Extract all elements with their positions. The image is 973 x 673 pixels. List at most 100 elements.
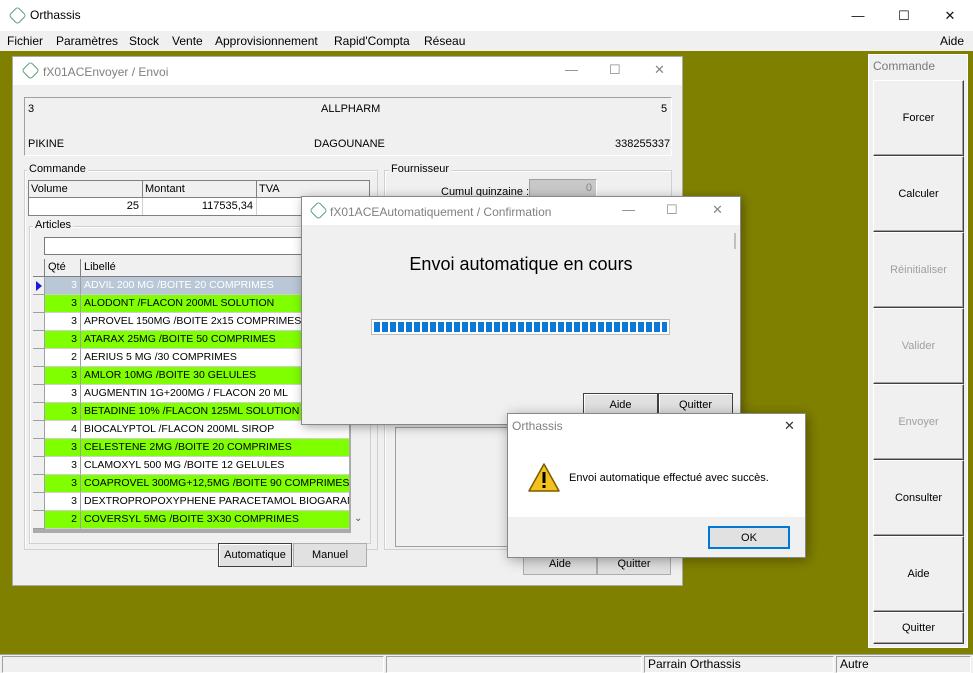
menu-rapid-compta[interactable]: Rapid'Compta — [334, 34, 410, 48]
montant-value: 117535,34 — [143, 198, 257, 215]
row-selector[interactable] — [33, 349, 45, 367]
montant-header: Montant — [143, 181, 257, 198]
cell-qte[interactable]: 2 — [45, 349, 81, 367]
menu-stock[interactable]: Stock — [129, 34, 159, 48]
cell-qte[interactable]: 3 — [45, 457, 81, 475]
menu-fichier[interactable]: Fichier — [7, 34, 43, 48]
status-cell-2 — [386, 656, 642, 673]
confirmation-window: fX01ACEAutomatiquement / Confirmation — … — [301, 196, 741, 425]
row-selector[interactable] — [33, 475, 45, 493]
forcer-button[interactable]: Forcer — [873, 80, 964, 156]
valider-button[interactable]: Valider — [873, 308, 964, 384]
minimize-button[interactable]: — — [622, 202, 635, 217]
cell-libelle[interactable]: CELESTENE 2MG /BOITE 20 COMPRIMES — [81, 439, 349, 457]
table-row[interactable]: 3 AMLOR 10MG /BOITE 30 GELULES — [33, 367, 349, 385]
manuel-button[interactable]: Manuel — [293, 543, 367, 567]
message-text: Envoi automatique effectué avec succès. — [569, 472, 769, 484]
row-selector[interactable] — [33, 403, 45, 421]
status-bar: Parrain Orthassis Autre — [0, 654, 973, 673]
calculer-button[interactable]: Calculer — [873, 156, 964, 232]
cell-libelle[interactable]: DEXTROPROPOXYPHENE PARACETAMOL BIOGARAN … — [81, 493, 349, 511]
commande-label: Commande — [27, 163, 88, 175]
app-titlebar: Orthassis — ☐ ✕ — [0, 0, 973, 31]
aide-button[interactable]: Aide — [873, 536, 964, 612]
row-selector[interactable] — [33, 331, 45, 349]
status-parrain: Parrain Orthassis — [644, 656, 834, 673]
minimize-button[interactable]: — — [565, 62, 578, 77]
close-button[interactable]: ✕ — [712, 202, 723, 218]
cell-qte[interactable]: 2 — [45, 511, 81, 529]
progress-bar — [371, 319, 670, 335]
menu-approvisionnement[interactable]: Approvisionnement — [215, 34, 318, 48]
consulter-button[interactable]: Consulter — [873, 460, 964, 536]
cell-libelle[interactable]: CLAMOXYL 500 MG /BOITE 12 GELULES — [81, 457, 349, 475]
maximize-button[interactable]: ☐ — [666, 202, 678, 218]
envoyer-button[interactable]: Envoyer — [873, 384, 964, 460]
ok-button[interactable]: OK — [708, 526, 790, 549]
cell-qte[interactable]: 3 — [45, 475, 81, 493]
table-row[interactable]: 3 ATARAX 25MG /BOITE 50 COMPRIMES — [33, 331, 349, 349]
table-row[interactable]: 3 COAPROVEL 300MG+12,5MG /BOITE 90 COMPRI… — [33, 475, 349, 493]
header-city: PIKINE — [28, 138, 65, 150]
table-row[interactable]: 3 CLAMOXYL 500 MG /BOITE 12 GELULES — [33, 457, 349, 475]
row-selector[interactable] — [33, 457, 45, 475]
fournisseur-label: Fournisseur — [389, 163, 452, 175]
scroll-down-icon[interactable]: ⌄ — [354, 513, 362, 524]
cell-qte[interactable]: 3 — [45, 367, 81, 385]
current-row-arrow-icon — [36, 281, 42, 291]
cell-qte[interactable]: 3 — [45, 493, 81, 511]
row-selector[interactable] — [33, 493, 45, 511]
cell-qte[interactable]: 3 — [45, 295, 81, 313]
progress-fill — [374, 322, 667, 332]
table-row[interactable]: 2 COVERSYL 5MG /BOITE 3X30 COMPRIMES — [33, 511, 349, 529]
cell-qte[interactable]: 3 — [45, 277, 81, 295]
col-qte-header[interactable]: Qté — [45, 259, 81, 277]
row-selector[interactable] — [33, 439, 45, 457]
automatique-button[interactable]: Automatique — [218, 543, 292, 567]
header-supplier-name: ALLPHARM — [321, 103, 381, 115]
table-row[interactable]: 3 DEXTROPROPOXYPHENE PARACETAMOL BIOGARAN… — [33, 493, 349, 511]
confirmation-titlebar: fX01ACEAutomatiquement / Confirmation — … — [302, 197, 740, 225]
cell-qte[interactable]: 3 — [45, 385, 81, 403]
menu-bar: Fichier Paramètres Stock Vente Approvisi… — [0, 31, 973, 51]
row-selector[interactable] — [33, 313, 45, 331]
cell-qte[interactable]: 3 — [45, 439, 81, 457]
row-selector[interactable] — [33, 367, 45, 385]
app-icon — [8, 6, 27, 25]
window-icon — [21, 61, 40, 80]
row-selector[interactable] — [33, 295, 45, 313]
table-row[interactable]: 3 CELESTENE 2MG /BOITE 20 COMPRIMES — [33, 439, 349, 457]
maximize-button[interactable]: ☐ — [881, 0, 927, 31]
table-row[interactable]: 4 BIOCALYPTOL /FLACON 200ML SIROP — [33, 421, 349, 439]
menu-parametres[interactable]: Paramètres — [56, 34, 118, 48]
table-row[interactable]: 3 ADVIL 200 MG /BOITE 20 COMPRIMES — [33, 277, 349, 295]
row-selector[interactable] — [33, 421, 45, 439]
cell-qte[interactable]: 3 — [45, 331, 81, 349]
cell-qte[interactable]: 4 — [45, 421, 81, 439]
maximize-button[interactable]: ☐ — [609, 62, 621, 78]
minimize-button[interactable]: — — [835, 0, 881, 31]
table-row[interactable]: 3 BETADINE 10% /FLACON 125ML SOLUTION — [33, 403, 349, 421]
cell-qte[interactable]: 3 — [45, 403, 81, 421]
row-selector[interactable] — [33, 385, 45, 403]
cell-libelle[interactable]: COVERSYL 5MG /BOITE 3X30 COMPRIMES — [81, 511, 349, 529]
table-row[interactable]: 3 AUGMENTIN 1G+200MG / FLACON 20 ML — [33, 385, 349, 403]
cell-libelle[interactable]: COAPROVEL 300MG+12,5MG /BOITE 90 COMPRIM… — [81, 475, 349, 493]
menu-aide[interactable]: Aide — [940, 34, 964, 48]
table-row[interactable]: 2 AERIUS 5 MG /30 COMPRIMES — [33, 349, 349, 367]
reinitialiser-button[interactable]: Réinitialiser — [873, 232, 964, 308]
close-button[interactable]: ✕ — [654, 62, 665, 78]
row-selector[interactable] — [33, 277, 45, 295]
header-code: 3 — [28, 103, 35, 115]
cell-qte[interactable]: 3 — [45, 313, 81, 331]
row-selector[interactable] — [33, 511, 45, 529]
confirmation-heading: Envoi automatique en cours — [409, 254, 633, 274]
menu-reseau[interactable]: Réseau — [424, 34, 465, 48]
table-row[interactable]: 3 APROVEL 150MG /BOITE 2x15 COMPRIMES — [33, 313, 349, 331]
menu-vente[interactable]: Vente — [172, 34, 203, 48]
table-row[interactable]: 3 ALODONT /FLACON 200ML SOLUTION — [33, 295, 349, 313]
quitter-button[interactable]: Quitter — [873, 612, 964, 644]
envoi-titlebar: fX01ACEnvoyer / Envoi — ☐ ✕ — [13, 57, 682, 85]
close-icon[interactable]: ✕ — [784, 418, 795, 434]
close-button[interactable]: ✕ — [927, 0, 973, 31]
